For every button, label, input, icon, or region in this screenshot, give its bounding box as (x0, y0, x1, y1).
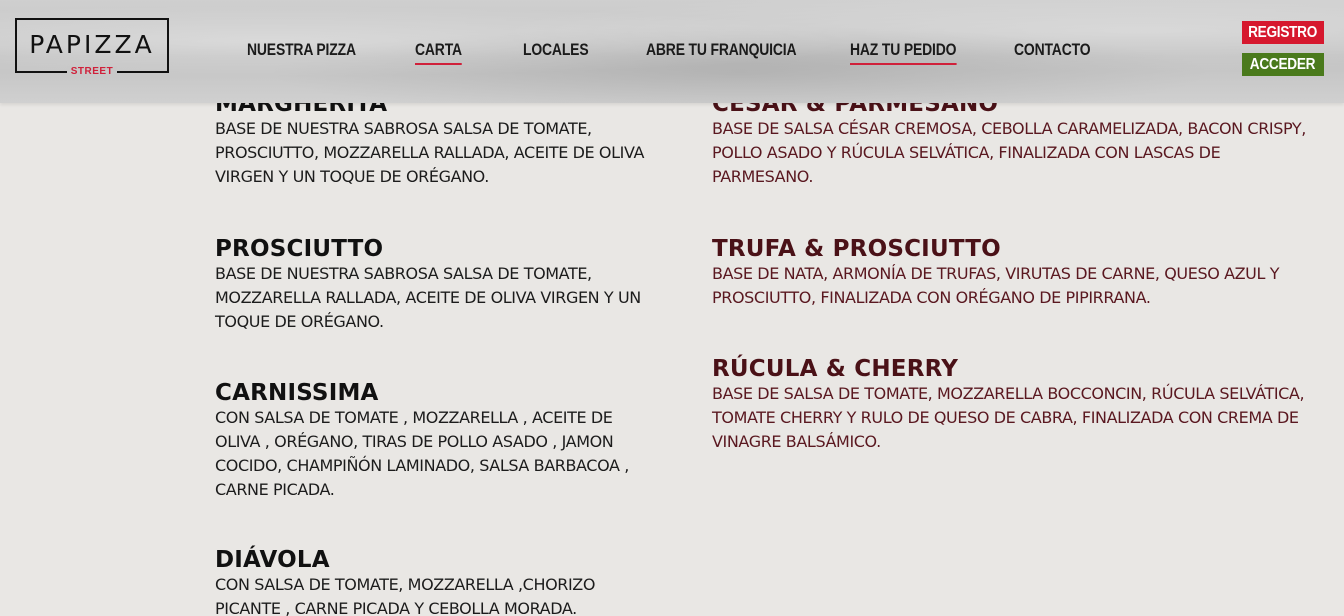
nav-carta[interactable]: CARTA (415, 40, 462, 65)
menu-item-trufa-prosciutto: TRUFA & PROSCIUTTO BASE DE NATA, ARMONÍA… (712, 236, 1322, 310)
menu-item-description: CON SALSA DE TOMATE , MOZZARELLA , ACEIT… (215, 408, 629, 499)
site-header: PAPIZZA STREET NUESTRA PIZZA CARTA LOCAL… (0, 0, 1344, 103)
acceder-button[interactable]: ACCEDER (1242, 53, 1324, 76)
logo-subtitle: STREET (17, 66, 167, 77)
nav-locales[interactable]: LOCALES (523, 40, 589, 63)
menu-item-name: CARNISSIMA (215, 380, 379, 406)
menu-item-name: TRUFA & PROSCIUTTO (712, 236, 1001, 262)
menu-item-diavola: DIÁVOLA CON SALSA DE TOMATE, MOZZARELLA … (215, 547, 655, 616)
menu-item-description: BASE DE NUESTRA SABROSA SALSA DE TOMATE,… (215, 119, 645, 186)
menu-item-description: BASE DE NUESTRA SABROSA SALSA DE TOMATE,… (215, 264, 641, 331)
nav-haz-tu-pedido[interactable]: HAZ TU PEDIDO (850, 40, 956, 65)
nav-abre-tu-franquicia[interactable]: ABRE TU FRANQUICIA (646, 40, 797, 63)
nav-nuestra-pizza[interactable]: NUESTRA PIZZA (247, 40, 356, 63)
nav-contacto[interactable]: CONTACTO (1014, 40, 1091, 63)
menu-item-prosciutto: PROSCIUTTO BASE DE NUESTRA SABROSA SALSA… (215, 236, 655, 334)
menu-item-description: CON SALSA DE TOMATE, MOZZARELLA ,CHORIZO… (215, 575, 596, 616)
menu-item-description: BASE DE SALSA DE TOMATE, MOZZARELLA BOCC… (712, 384, 1305, 451)
menu-item-cesar-parmesano: CÉSAR & PARMESANO BASE DE SALSA CÉSAR CR… (712, 91, 1322, 189)
page: MARGHERITA BASE DE NUESTRA SABROSA SALSA… (0, 0, 1344, 616)
menu-item-name: DIÁVOLA (215, 547, 330, 573)
logo-title: PAPIZZA (29, 30, 155, 59)
menu-item-name: PROSCIUTTO (215, 236, 384, 262)
menu-item-carnissima: CARNISSIMA CON SALSA DE TOMATE , MOZZARE… (215, 380, 655, 502)
menu-item-name: RÚCULA & CHERRY (712, 356, 959, 382)
menu-item-rucula-cherry: RÚCULA & CHERRY BASE DE SALSA DE TOMATE,… (712, 356, 1322, 454)
registro-button[interactable]: REGISTRO (1242, 21, 1324, 44)
papizza-logo[interactable]: PAPIZZA STREET (15, 18, 169, 77)
menu-item-margherita: MARGHERITA BASE DE NUESTRA SABROSA SALSA… (215, 91, 655, 189)
menu-item-description: BASE DE SALSA CÉSAR CREMOSA, CEBOLLA CAR… (712, 119, 1306, 186)
menu-item-description: BASE DE NATA, ARMONÍA DE TRUFAS, VIRUTAS… (712, 264, 1280, 307)
